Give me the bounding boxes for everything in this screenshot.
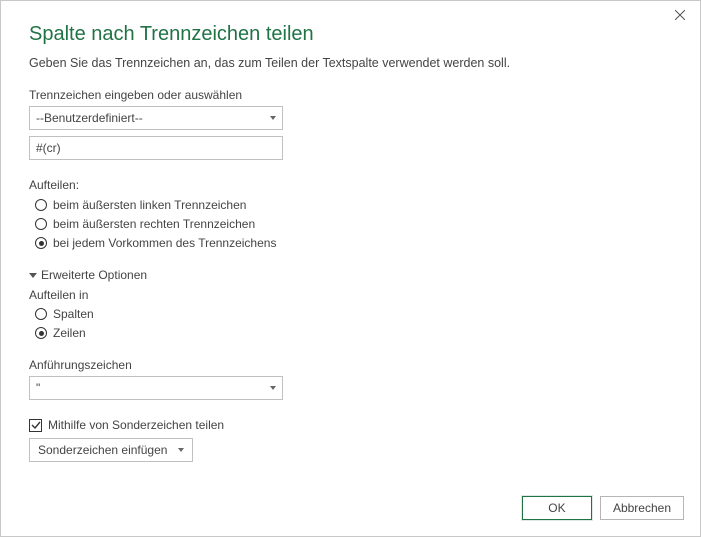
chevron-down-icon [270, 116, 276, 120]
radio-right-most[interactable]: beim äußersten rechten Trennzeichen [35, 217, 672, 231]
radio-icon-selected [35, 327, 47, 339]
close-icon [675, 10, 685, 20]
split-into-label: Aufteilen in [29, 288, 672, 302]
radio-rows-label: Zeilen [53, 326, 86, 340]
radio-each-occurrence[interactable]: bei jedem Vorkommen des Trennzeichens [35, 236, 672, 250]
quote-char-value: " [36, 381, 40, 395]
cancel-button-label: Abbrechen [613, 501, 671, 515]
ok-button[interactable]: OK [522, 496, 592, 520]
special-chars-checkbox[interactable]: Mithilfe von Sonderzeichen teilen [29, 418, 672, 432]
delimiter-dropdown-value: --Benutzerdefiniert-- [36, 111, 143, 125]
advanced-options-label: Erweiterte Optionen [41, 268, 147, 282]
custom-delimiter-value: #(cr) [36, 141, 61, 155]
insert-special-char-dropdown[interactable]: Sonderzeichen einfügen [29, 438, 193, 462]
dialog-subtitle: Geben Sie das Trennzeichen an, das zum T… [29, 56, 672, 70]
radio-right-label: beim äußersten rechten Trennzeichen [53, 217, 255, 231]
radio-left-label: beim äußersten linken Trennzeichen [53, 198, 246, 212]
radio-left-most[interactable]: beim äußersten linken Trennzeichen [35, 198, 672, 212]
special-chars-label: Mithilfe von Sonderzeichen teilen [48, 418, 224, 432]
chevron-down-icon [178, 448, 184, 452]
radio-split-rows[interactable]: Zeilen [35, 326, 672, 340]
dialog-footer: OK Abbrechen [522, 496, 684, 520]
radio-split-columns[interactable]: Spalten [35, 307, 672, 321]
ok-button-label: OK [548, 501, 565, 515]
radio-each-label: bei jedem Vorkommen des Trennzeichens [53, 236, 276, 250]
checkbox-icon-checked [29, 419, 42, 432]
chevron-down-icon [270, 386, 276, 390]
radio-icon [35, 308, 47, 320]
quote-char-dropdown[interactable]: " [29, 376, 283, 400]
split-at-label: Aufteilen: [29, 178, 672, 192]
delimiter-label: Trennzeichen eingeben oder auswählen [29, 88, 672, 102]
radio-icon [35, 199, 47, 211]
advanced-options-expander[interactable]: Erweiterte Optionen [29, 268, 672, 282]
radio-icon [35, 218, 47, 230]
radio-columns-label: Spalten [53, 307, 94, 321]
cancel-button[interactable]: Abbrechen [600, 496, 684, 520]
split-column-dialog: Spalte nach Trennzeichen teilen Geben Si… [0, 0, 701, 537]
close-button[interactable] [660, 1, 700, 29]
quote-char-label: Anführungszeichen [29, 358, 672, 372]
delimiter-dropdown[interactable]: --Benutzerdefiniert-- [29, 106, 283, 130]
dialog-title: Spalte nach Trennzeichen teilen [29, 23, 672, 46]
triangle-down-icon [29, 273, 37, 278]
insert-special-char-label: Sonderzeichen einfügen [38, 443, 167, 457]
radio-icon-selected [35, 237, 47, 249]
custom-delimiter-input[interactable]: #(cr) [29, 136, 283, 160]
